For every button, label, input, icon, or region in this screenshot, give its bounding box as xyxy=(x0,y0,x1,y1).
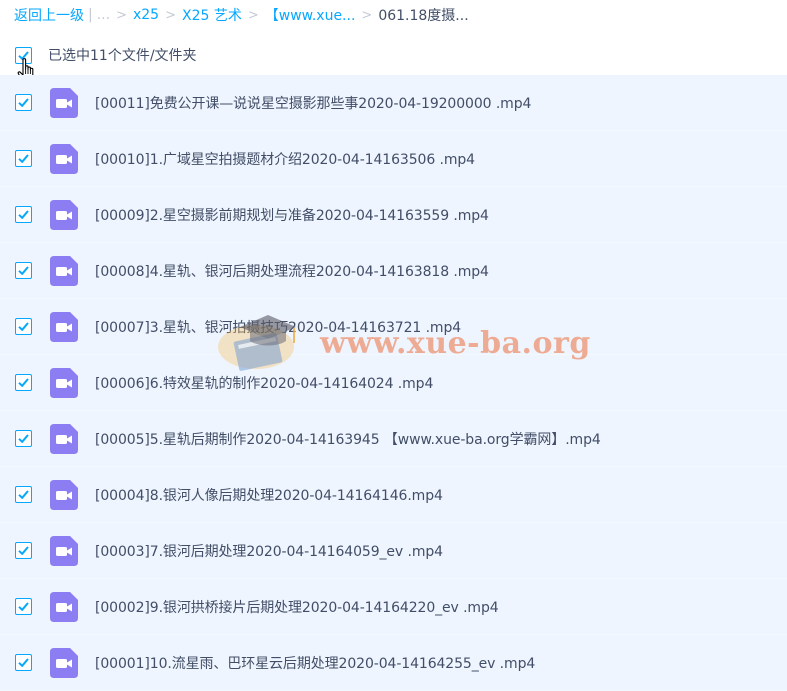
file-name[interactable]: [00008]4.星轨、银河后期处理流程2020-04-14163818 .mp… xyxy=(95,261,489,281)
checkmark-icon xyxy=(18,378,29,388)
file-name[interactable]: [00007]3.星轨、银河拍摄技巧2020-04-14163721 .mp4 xyxy=(95,317,461,337)
breadcrumb-separator: > xyxy=(165,7,176,23)
file-checkbox[interactable] xyxy=(15,486,32,503)
file-checkbox[interactable] xyxy=(15,206,32,223)
file-checkbox[interactable] xyxy=(15,150,32,167)
file-row[interactable]: [00001]10.流星雨、巴环星云后期处理2020-04-14164255_e… xyxy=(0,635,787,691)
file-row[interactable]: [00002]9.银河拱桥接片后期处理2020-04-14164220_ev .… xyxy=(0,579,787,635)
breadcrumb-item-xueba[interactable]: 【www.xue... xyxy=(265,5,356,25)
file-checkbox[interactable] xyxy=(15,598,32,615)
file-name[interactable]: [00005]5.星轨后期制作2020-04-14163945 【www.xue… xyxy=(95,429,601,449)
file-row[interactable]: [00006]6.特效星轨的制作2020-04-14164024 .mp4 xyxy=(0,355,787,411)
breadcrumb-current: 061.18度摄... xyxy=(378,8,469,24)
file-name[interactable]: [00009]2.星空摄影前期规划与准备2020-04-14163559 .mp… xyxy=(95,205,489,225)
video-file-icon xyxy=(50,87,78,118)
selection-count-label: 已选中11个文件/文件夹 xyxy=(48,48,197,64)
file-checkbox[interactable] xyxy=(15,318,32,335)
file-row[interactable]: [00004]8.银河人像后期处理2020-04-14164146.mp4 xyxy=(0,467,787,523)
video-file-icon xyxy=(50,367,78,398)
file-checkbox[interactable] xyxy=(15,374,32,391)
file-checkbox[interactable] xyxy=(15,94,32,111)
video-file-icon xyxy=(50,199,78,230)
breadcrumb-divider: | xyxy=(88,7,93,23)
checkmark-icon xyxy=(18,602,29,612)
video-file-icon xyxy=(50,311,78,342)
file-checkbox[interactable] xyxy=(15,430,32,447)
checkmark-icon xyxy=(18,546,29,556)
breadcrumb-item-x25-art[interactable]: X25 艺术 xyxy=(182,5,242,25)
file-name[interactable]: [00002]9.银河拱桥接片后期处理2020-04-14164220_ev .… xyxy=(95,597,499,617)
breadcrumb-ellipsis[interactable]: ... xyxy=(97,7,110,23)
file-name[interactable]: [00010]1.广域星空拍摄题材介绍2020-04-14163506 .mp4 xyxy=(95,149,475,169)
video-file-icon xyxy=(50,647,78,678)
breadcrumb-item-x25[interactable]: x25 xyxy=(133,7,159,23)
file-row[interactable]: [00007]3.星轨、银河拍摄技巧2020-04-14163721 .mp4 xyxy=(0,299,787,355)
file-row[interactable]: [00005]5.星轨后期制作2020-04-14163945 【www.xue… xyxy=(0,411,787,467)
file-row[interactable]: [00009]2.星空摄影前期规划与准备2020-04-14163559 .mp… xyxy=(0,187,787,243)
video-file-icon xyxy=(50,535,78,566)
checkmark-icon xyxy=(18,490,29,500)
video-file-icon xyxy=(50,479,78,510)
file-name[interactable]: [00001]10.流星雨、巴环星云后期处理2020-04-14164255_e… xyxy=(95,653,535,673)
video-file-icon xyxy=(50,255,78,286)
file-row[interactable]: [00011]免费公开课—说说星空摄影那些事2020-04-19200000 .… xyxy=(0,75,787,131)
file-checkbox[interactable] xyxy=(15,542,32,559)
file-checkbox[interactable] xyxy=(15,262,32,279)
file-row[interactable]: [00008]4.星轨、银河后期处理流程2020-04-14163818 .mp… xyxy=(0,243,787,299)
breadcrumb-separator: > xyxy=(247,7,259,23)
breadcrumb: 返回上一级 | ... > x25 > X25 艺术 > 【www.xue...… xyxy=(0,0,787,30)
breadcrumb-separator: > xyxy=(361,7,373,23)
file-row[interactable]: [00003]7.银河后期处理2020-04-14164059_ev .mp4 xyxy=(0,523,787,579)
video-file-icon xyxy=(50,143,78,174)
file-name[interactable]: [00004]8.银河人像后期处理2020-04-14164146.mp4 xyxy=(95,485,443,505)
back-link[interactable]: 返回上一级 xyxy=(14,5,84,25)
checkmark-icon xyxy=(18,210,29,220)
checkmark-icon xyxy=(18,658,29,668)
file-name[interactable]: [00011]免费公开课—说说星空摄影那些事2020-04-19200000 .… xyxy=(95,93,531,113)
video-file-icon xyxy=(50,423,78,454)
file-list: [00011]免费公开课—说说星空摄影那些事2020-04-19200000 .… xyxy=(0,75,787,691)
file-checkbox[interactable] xyxy=(15,654,32,671)
checkmark-icon xyxy=(18,266,29,276)
video-file-icon xyxy=(50,591,78,622)
file-name[interactable]: [00006]6.特效星轨的制作2020-04-14164024 .mp4 xyxy=(95,373,433,393)
breadcrumb-separator: > xyxy=(116,7,127,23)
checkmark-icon xyxy=(18,434,29,444)
selection-bar: 已选中11个文件/文件夹 xyxy=(0,36,787,74)
file-row[interactable]: [00010]1.广域星空拍摄题材介绍2020-04-14163506 .mp4 xyxy=(0,131,787,187)
checkmark-icon xyxy=(18,154,29,164)
checkmark-icon xyxy=(18,98,29,108)
file-name[interactable]: [00003]7.银河后期处理2020-04-14164059_ev .mp4 xyxy=(95,541,443,561)
checkmark-icon xyxy=(18,322,29,332)
